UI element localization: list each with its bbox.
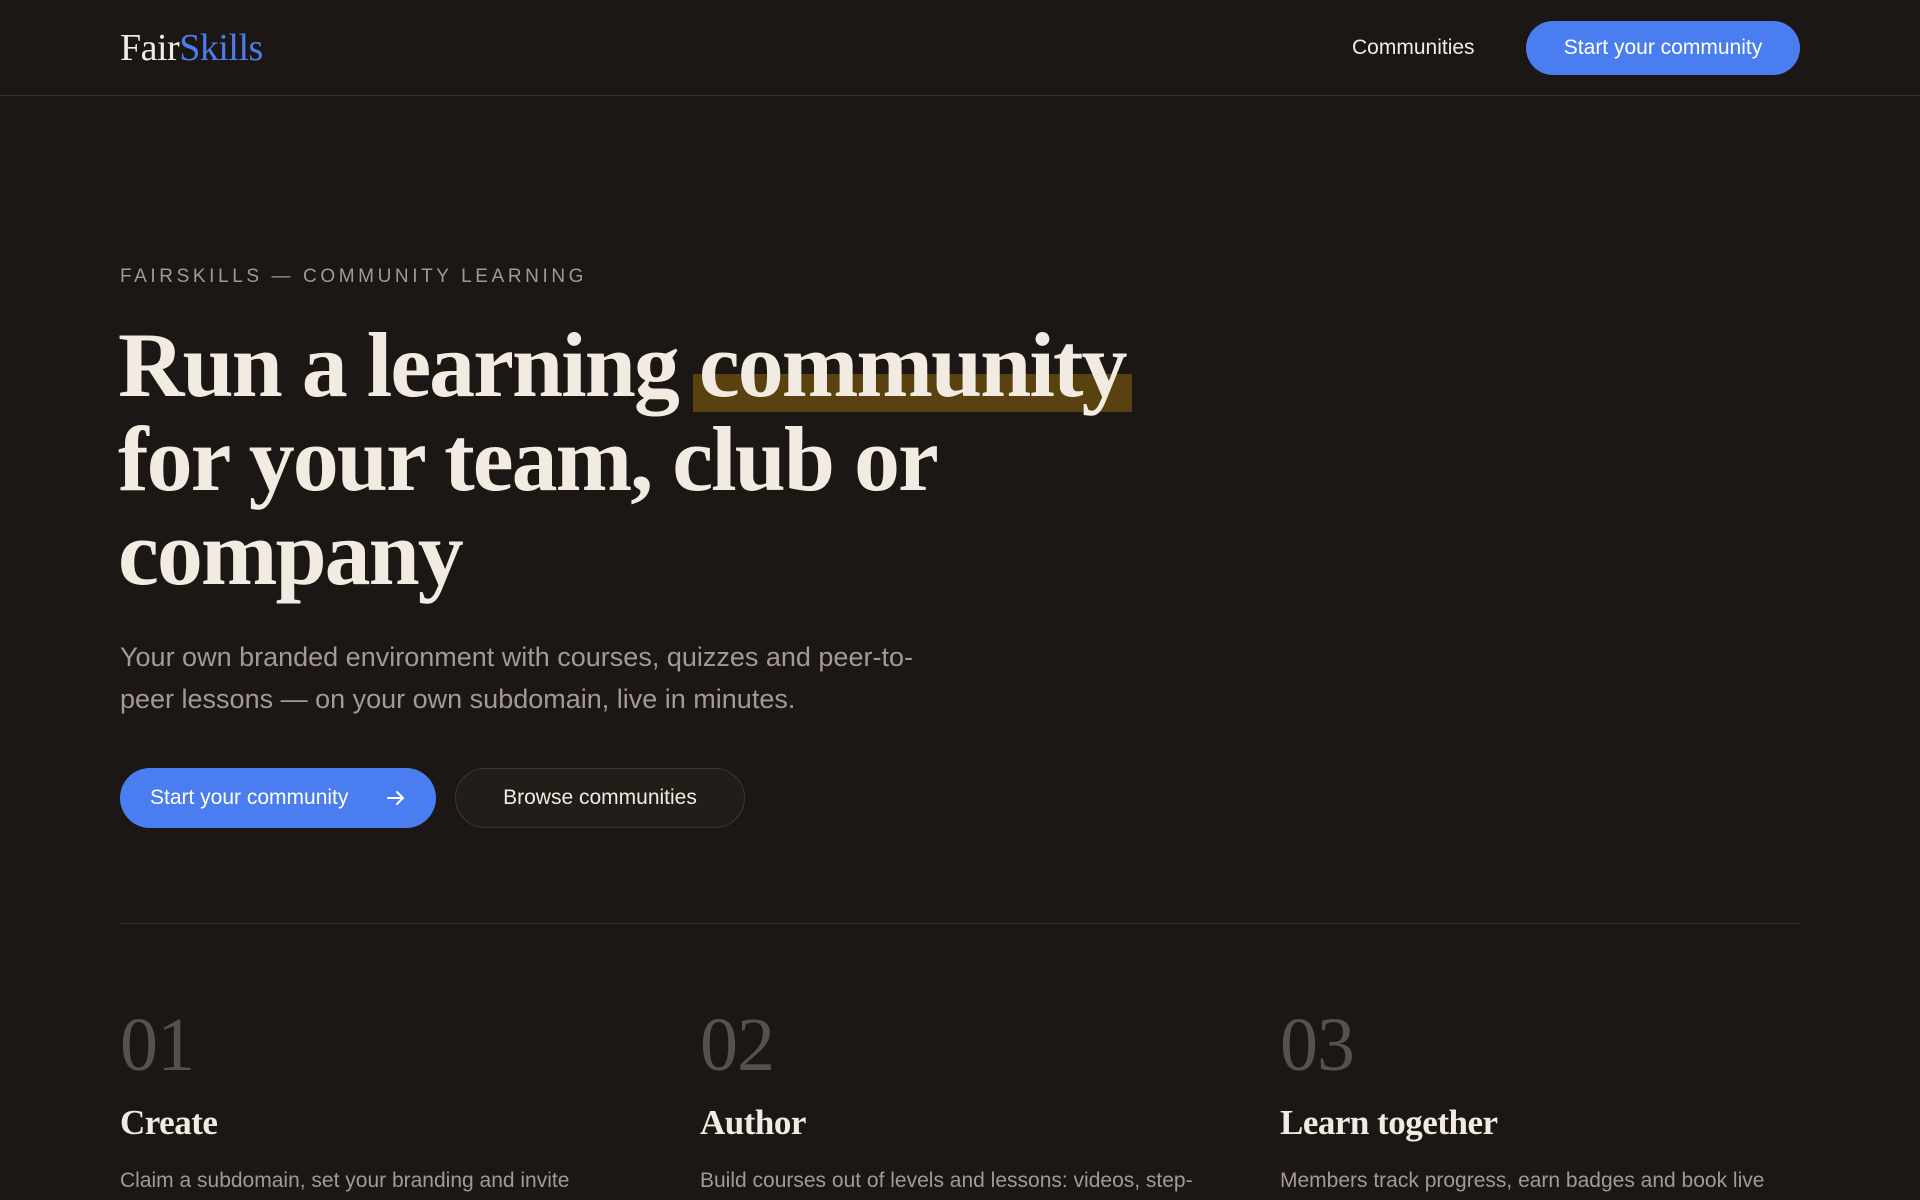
section-divider (120, 923, 1800, 924)
arrow-right-icon (387, 791, 404, 805)
step-number: 01 (120, 1003, 195, 1087)
hero-subhead: Your own branded environment with course… (120, 642, 913, 714)
logo-skills: Skills (179, 27, 263, 69)
step-title: Create (120, 1103, 218, 1142)
step-number: 03 (1280, 1003, 1355, 1087)
hero-headline: Run a learning community for your team, … (118, 318, 1318, 600)
start-community-button[interactable]: Start your community (120, 768, 436, 828)
nav-communities-link[interactable]: Communities (1352, 34, 1475, 62)
step-text: Build courses out of levels and lessons:… (700, 1169, 1193, 1192)
headline-line-2: for your team, club or (118, 408, 939, 510)
step-number: 02 (700, 1003, 775, 1087)
header-start-community-button[interactable]: Start your community (1526, 21, 1800, 75)
step-title: Learn together (1280, 1103, 1498, 1142)
headline-line-3: company (118, 502, 464, 604)
browse-communities-button[interactable]: Browse communities (455, 768, 745, 828)
headline-line-1-text: Run a learning (118, 314, 699, 416)
logo[interactable]: FairSkills (120, 24, 263, 72)
site-header: FairSkills Communities Start your commun… (0, 0, 1920, 96)
headline-line-1: Run a learning community (118, 318, 1318, 412)
step-text: Members track progress, earn badges and … (1280, 1169, 1765, 1192)
logo-fair: Fair (120, 27, 180, 69)
step-text: Claim a subdomain, set your branding and… (120, 1169, 570, 1192)
headline-highlight-word: community (698, 314, 1128, 416)
hero-eyebrow: FAIRSKILLS — COMMUNITY LEARNING (120, 266, 588, 287)
start-community-button-label: Start your community (150, 786, 349, 809)
step-title: Author (700, 1103, 806, 1142)
